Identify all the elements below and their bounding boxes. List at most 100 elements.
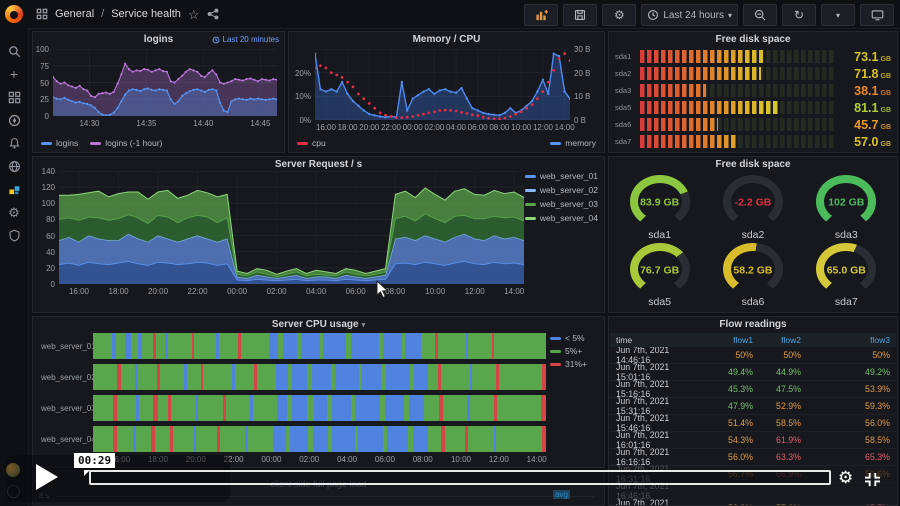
star-icon[interactable]: ☆ — [188, 8, 200, 21]
breadcrumb-page[interactable]: Service health — [111, 8, 181, 20]
chart-canvas — [53, 49, 277, 116]
server-label: web_server_01 — [41, 342, 93, 351]
legend-item[interactable]: web_server_01 — [525, 171, 598, 181]
panel-menu-caret[interactable]: ▾ — [362, 322, 366, 329]
gauge-value: -2.2 GB — [723, 197, 783, 209]
column-header-flow1[interactable]: flow1 — [705, 335, 753, 345]
axis-label: 12:00 — [465, 287, 485, 296]
legend-item[interactable]: logins (-1 hour) — [90, 138, 162, 148]
cell-flow3: 59.3% — [801, 401, 890, 411]
panel-title[interactable]: Server Request / s — [33, 159, 604, 170]
legend-item[interactable]: web_server_03 — [525, 199, 598, 209]
panel-title[interactable]: Memory / CPU — [289, 34, 604, 45]
server-admin-shield-icon[interactable] — [7, 228, 21, 242]
cell-flow2: 52.9% — [753, 401, 801, 411]
grafana-dashboard-screen: General / Service health ☆ ⚙ Last 24 hou… — [0, 0, 900, 506]
fullscreen-icon[interactable] — [864, 472, 881, 492]
heatmap-track[interactable] — [93, 364, 546, 390]
heatmap-track[interactable] — [93, 395, 546, 421]
led-bar-cells — [640, 118, 835, 131]
axis-label: 06:00 — [346, 287, 366, 296]
save-dashboard-button[interactable] — [563, 4, 597, 26]
history-icon[interactable] — [7, 159, 21, 173]
axis-label: 18:00 — [338, 123, 358, 132]
disk-name-label: sda5 — [615, 103, 640, 112]
disk-name-label: sda1 — [615, 52, 640, 61]
led-bar-cells — [640, 84, 835, 97]
legend-item[interactable]: web_server_04 — [525, 213, 598, 223]
disk-unit: GB — [881, 124, 892, 131]
gauge: 83.9 GB — [630, 175, 690, 228]
panel-title[interactable]: Free disk space — [609, 159, 897, 170]
legend-label: web_server_03 — [540, 199, 598, 209]
zoom-out-button[interactable] — [743, 4, 777, 26]
axis-label: 06:00 — [375, 455, 395, 464]
legend-label: web_server_01 — [540, 171, 598, 181]
cycle-view-button[interactable] — [860, 4, 894, 26]
panel-title[interactable]: Flow readings — [609, 319, 897, 330]
gauge: 58.2 GB — [723, 243, 783, 296]
heatmap-track[interactable] — [93, 426, 546, 452]
chevron-down-icon: ▾ — [728, 11, 732, 20]
axis-label: 22:00 — [188, 287, 208, 296]
axis-label: 10% — [295, 92, 311, 101]
axis-label: 04:00 — [306, 287, 326, 296]
legend-item[interactable]: 5%+ — [550, 346, 600, 356]
legend-label: web_server_04 — [540, 213, 598, 223]
share-icon[interactable] — [207, 8, 219, 20]
legend-color-dash — [525, 189, 536, 192]
alerting-icon[interactable] — [7, 136, 21, 150]
zoom-out-icon — [754, 9, 766, 21]
panel-title[interactable]: Free disk space — [609, 34, 897, 45]
axis-label: 100 — [42, 199, 55, 208]
disk-unit: GB — [881, 141, 892, 148]
cell-flow3: 65.7% — [801, 503, 890, 505]
column-header-flow2[interactable]: flow2 — [753, 335, 801, 345]
search-icon[interactable] — [7, 44, 21, 58]
create-icon[interactable]: + — [7, 67, 21, 81]
configuration-gear-icon[interactable]: ⚙ — [7, 205, 21, 219]
legend-color-dash — [90, 142, 101, 145]
add-panel-button[interactable] — [524, 4, 558, 26]
legend-item[interactable]: cpu — [297, 138, 326, 148]
cell-flow2: 61.9% — [753, 435, 801, 445]
column-header-flow3[interactable]: flow3 — [801, 335, 890, 345]
disk-value: 73.1GB — [835, 50, 891, 64]
dashboards-icon[interactable] — [7, 90, 21, 104]
cell-flow1: 49.4% — [705, 367, 753, 377]
refresh-interval-caret[interactable]: ▾ — [821, 4, 855, 26]
led-bar-gauge — [640, 135, 835, 148]
axis-label: 20 B — [574, 69, 590, 78]
time-picker-button[interactable]: Last 24 hours ▾ — [641, 4, 738, 26]
cell-flow3: 50% — [801, 350, 890, 360]
explore-icon[interactable] — [7, 113, 21, 127]
legend-color-dash — [550, 350, 561, 353]
grafana-logo[interactable] — [5, 5, 23, 23]
axis-label: 14:00 — [555, 123, 575, 132]
axis-label: 10:00 — [425, 287, 445, 296]
plugin-icon[interactable] — [7, 182, 21, 196]
legend-item[interactable]: memory — [550, 138, 596, 148]
heatmap-track[interactable] — [93, 333, 546, 359]
legend-item[interactable]: logins — [41, 138, 78, 148]
breadcrumb-section[interactable]: General — [55, 8, 94, 20]
player-settings-gear-icon[interactable]: ⚙ — [838, 469, 853, 486]
dashboard-settings-button[interactable]: ⚙ — [602, 4, 636, 26]
axis-label: 80 — [46, 215, 55, 224]
legend-item[interactable]: 31%+ — [550, 359, 600, 369]
cell-flow3: 53.9% — [801, 384, 890, 394]
panel-disk-bars: Free disk space sda173.1GBsda271.8GBsda3… — [608, 31, 898, 153]
heatmap-row: web_server_04 — [41, 426, 546, 452]
legend-item[interactable]: < 5% — [550, 333, 600, 343]
refresh-button[interactable]: ↻ — [782, 4, 816, 26]
play-button[interactable] — [36, 464, 58, 490]
column-header-time[interactable]: time — [616, 335, 705, 345]
server-label: web_server_03 — [41, 404, 93, 413]
legend-item[interactable]: web_server_02 — [525, 185, 598, 195]
legend-item[interactable]: avg — [553, 490, 570, 499]
time-override-badge: Last 20 minutes — [212, 35, 279, 44]
cell-flow3: 56.0% — [801, 418, 890, 428]
legend-label: logins (-1 hour) — [105, 138, 162, 148]
seek-bar[interactable] — [89, 470, 831, 485]
panel-title[interactable]: Server CPU usage▾ — [33, 319, 604, 330]
